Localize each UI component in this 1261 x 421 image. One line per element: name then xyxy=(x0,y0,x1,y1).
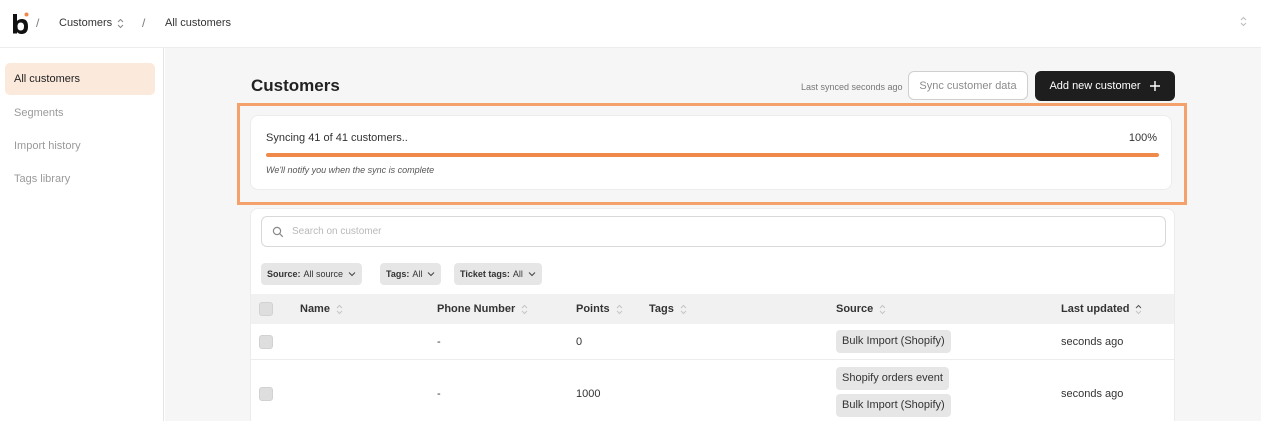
sidebar-item-all-customers[interactable]: All customers xyxy=(5,63,155,95)
column-header-points-label: Points xyxy=(576,303,610,315)
chevron-down-icon xyxy=(348,272,356,277)
column-header-name-label: Name xyxy=(300,303,330,315)
row-checkbox[interactable] xyxy=(259,387,273,401)
column-header-tags[interactable]: Tags xyxy=(649,303,687,315)
add-new-customer-button[interactable]: Add new customer xyxy=(1035,71,1175,101)
column-header-source[interactable]: Source xyxy=(836,303,886,315)
column-header-source-label: Source xyxy=(836,303,874,315)
chevron-down-icon xyxy=(428,272,435,277)
row-checkbox[interactable] xyxy=(259,335,273,349)
column-header-phone-label: Phone Number xyxy=(437,303,516,315)
breadcrumb-separator: / xyxy=(36,16,40,30)
cell-points: 0 xyxy=(576,336,583,348)
table-row[interactable]: - 1000 Shopify orders event Bulk Import … xyxy=(251,361,1174,421)
cell-last-updated: seconds ago xyxy=(1061,388,1124,400)
sidebar-item-tags-library[interactable]: Tags library xyxy=(5,163,155,195)
highlight-box xyxy=(237,103,1187,205)
filter-source[interactable]: Source: All source xyxy=(261,263,363,285)
sidebar-item-segments[interactable]: Segments xyxy=(5,97,155,129)
sort-icon xyxy=(521,304,528,314)
chevron-down-icon xyxy=(528,272,536,277)
column-header-last-updated-label: Last updated xyxy=(1061,303,1130,315)
filter-ticket-tags-key: Ticket tags: xyxy=(460,269,510,279)
breadcrumb-section-customers[interactable]: Customers xyxy=(59,17,124,29)
filter-ticket-tags[interactable]: Ticket tags: All xyxy=(454,263,542,285)
sort-icon xyxy=(680,304,687,314)
search-input[interactable] xyxy=(292,226,1142,237)
sort-icon xyxy=(879,304,886,314)
cell-points: 1000 xyxy=(576,388,601,400)
page-title: Customers xyxy=(251,76,340,95)
filter-tags[interactable]: Tags: All xyxy=(380,263,442,285)
table-header: Name Phone Number Points Tags Source Las… xyxy=(251,294,1174,324)
filter-source-key: Source: xyxy=(267,269,301,279)
top-bar: / Customers / All customers xyxy=(0,0,1261,48)
sync-customer-data-button[interactable]: Sync customer data xyxy=(908,71,1028,100)
breadcrumb-separator: / xyxy=(142,16,146,30)
breadcrumb-section-label: Customers xyxy=(59,17,113,29)
cell-last-updated: seconds ago xyxy=(1061,336,1124,348)
cell-phone: - xyxy=(437,388,441,400)
source-tag: Bulk Import (Shopify) xyxy=(836,330,951,353)
column-header-points[interactable]: Points xyxy=(576,303,623,315)
column-header-tags-label: Tags xyxy=(649,303,674,315)
last-synced-text: Last synced seconds ago xyxy=(801,82,903,92)
source-tag: Shopify orders event xyxy=(836,367,949,390)
brand-logo[interactable] xyxy=(10,11,32,35)
sort-icon xyxy=(1136,304,1142,314)
filter-tags-value: All xyxy=(412,269,423,279)
search-box[interactable] xyxy=(261,216,1166,247)
select-all-checkbox[interactable] xyxy=(259,302,273,316)
breadcrumb-current: All customers xyxy=(165,17,231,29)
filter-ticket-tags-value: All xyxy=(512,269,523,279)
chevron-updown-icon xyxy=(117,18,124,28)
sort-icon xyxy=(616,304,622,314)
add-new-customer-label: Add new customer xyxy=(1049,80,1141,92)
filter-tags-key: Tags: xyxy=(386,269,410,279)
sidebar: All customers Segments Import history Ta… xyxy=(0,48,164,421)
filter-source-value: All source xyxy=(303,269,344,279)
column-header-name[interactable]: Name xyxy=(300,303,343,315)
column-header-last-updated[interactable]: Last updated xyxy=(1061,303,1142,315)
workspace-switcher[interactable] xyxy=(1240,16,1247,27)
search-icon xyxy=(272,226,284,237)
main-content: Customers Last synced seconds ago Sync c… xyxy=(165,48,1261,421)
source-tag: Bulk Import (Shopify) xyxy=(836,394,951,417)
sort-icon xyxy=(336,304,343,314)
column-header-phone[interactable]: Phone Number xyxy=(437,303,528,315)
sidebar-item-import-history[interactable]: Import history xyxy=(5,130,155,162)
breadcrumb-current-label: All customers xyxy=(165,17,232,29)
table-row[interactable]: - 0 Bulk Import (Shopify) seconds ago xyxy=(251,324,1174,360)
customers-table-card: Source: All source Tags: All Ticket tags… xyxy=(250,208,1175,421)
plus-icon xyxy=(1149,81,1160,91)
cell-phone: - xyxy=(437,336,441,348)
chevron-updown-icon xyxy=(1240,16,1247,27)
